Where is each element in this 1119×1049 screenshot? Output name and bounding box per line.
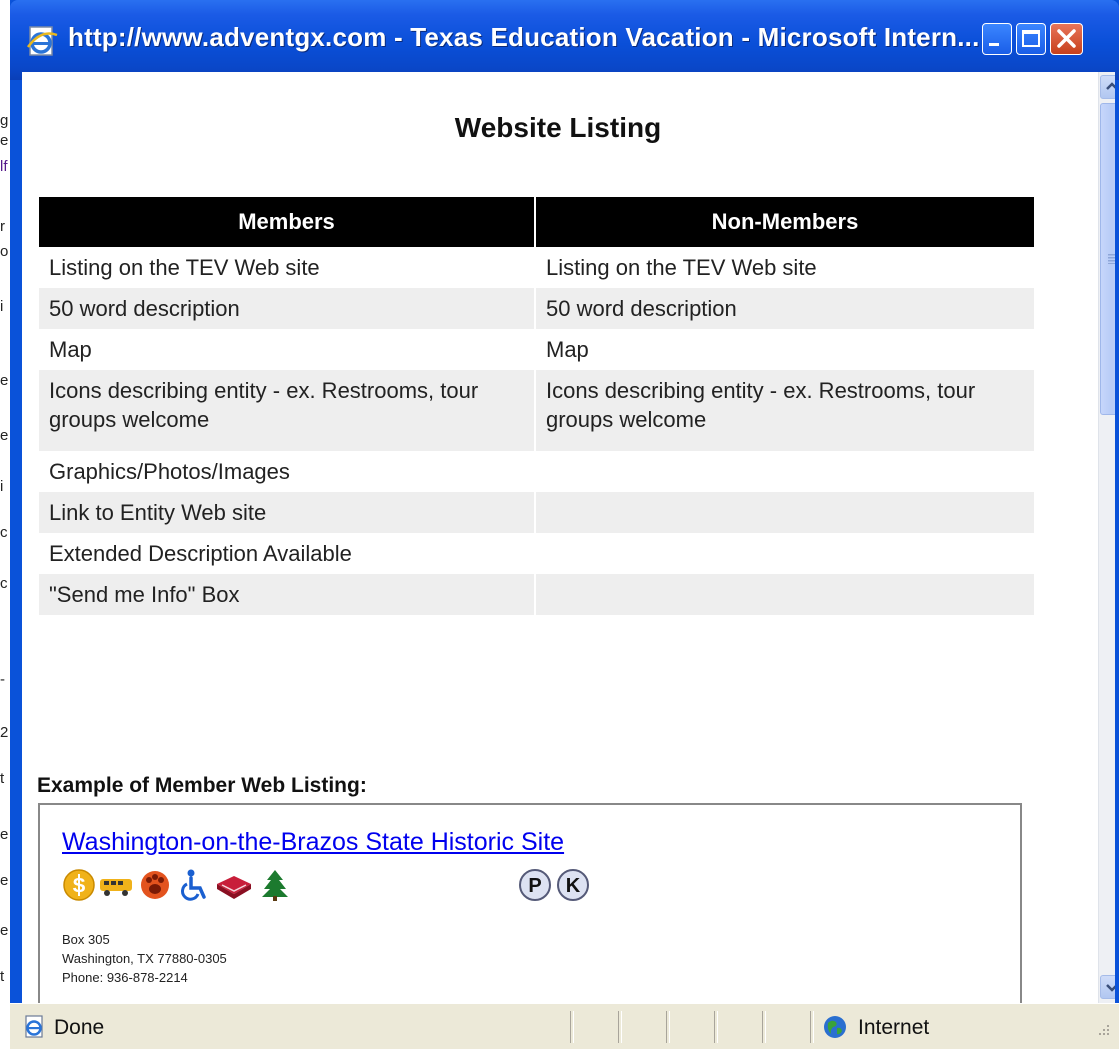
example-address: Box 305 Washington, TX 77880-0305 Phone:… bbox=[62, 930, 227, 987]
status-divider bbox=[618, 1011, 622, 1043]
members-cell: Listing on the TEV Web site bbox=[49, 255, 320, 280]
phone-line: Phone: 936-878-2214 bbox=[62, 970, 188, 985]
non-members-column-header: Non-Members bbox=[536, 197, 1034, 247]
svg-text:K: K bbox=[566, 875, 581, 897]
non-members-cell bbox=[536, 451, 1034, 492]
members-column-header: Members bbox=[39, 197, 534, 247]
book-icon bbox=[217, 876, 251, 899]
table-row: Icons describing entity - ex. Restrooms,… bbox=[39, 370, 1034, 451]
chevron-down-icon bbox=[1106, 984, 1115, 992]
members-cell: Icons describing entity - ex. Restrooms,… bbox=[39, 370, 534, 451]
members-cell: Map bbox=[49, 337, 92, 362]
non-members-cell bbox=[536, 574, 1034, 615]
status-divider bbox=[570, 1011, 574, 1043]
svg-text:P: P bbox=[528, 875, 541, 897]
members-cell: Extended Description Available bbox=[49, 541, 352, 566]
members-cell: Graphics/Photos/Images bbox=[49, 459, 290, 484]
ie-page-icon bbox=[26, 26, 58, 56]
chevron-up-icon bbox=[1106, 82, 1115, 90]
wheelchair-icon bbox=[181, 869, 206, 901]
table-row: Graphics/Photos/Images bbox=[39, 451, 1034, 492]
tree-icon bbox=[262, 870, 288, 901]
paw-icon bbox=[141, 871, 169, 899]
background-page-strip: g e lf roi eei cc- 2te eet bbox=[0, 0, 10, 1048]
p-badge-icon: P bbox=[519, 869, 551, 901]
non-members-cell bbox=[536, 492, 1034, 533]
table-row: Map Map bbox=[39, 329, 1034, 370]
vertical-scrollbar[interactable] bbox=[1098, 72, 1115, 1003]
table-row: Link to Entity Web site bbox=[39, 492, 1034, 533]
window-title: http://www.adventgx.com - Texas Educatio… bbox=[68, 22, 980, 52]
table-row: "Send me Info" Box bbox=[39, 574, 1034, 615]
non-members-cell: Map bbox=[546, 337, 589, 362]
listing-comparison-table: Members Non-Members Listing on the TEV W… bbox=[37, 197, 1036, 615]
non-members-cell: Listing on the TEV Web site bbox=[546, 255, 817, 280]
minimize-icon bbox=[989, 43, 999, 46]
maximize-button[interactable] bbox=[1016, 23, 1046, 55]
page-heading: Website Listing bbox=[454, 112, 662, 143]
members-cell: "Send me Info" Box bbox=[39, 574, 534, 615]
resize-grip-icon[interactable] bbox=[1090, 1020, 1112, 1042]
globe-icon bbox=[824, 1016, 846, 1038]
example-listing-box: Washington-on-the-Brazos State Historic … bbox=[38, 803, 1022, 1003]
status-bar: Done Internet bbox=[10, 1003, 1119, 1049]
grip-icon bbox=[1108, 254, 1115, 264]
maximize-icon bbox=[1022, 30, 1040, 47]
example-site-link[interactable]: Washington-on-the-Brazos State Historic … bbox=[62, 828, 564, 857]
status-divider bbox=[810, 1011, 814, 1043]
status-text: Done bbox=[54, 1016, 105, 1039]
status-divider bbox=[762, 1011, 766, 1043]
close-icon bbox=[1057, 29, 1076, 48]
example-label: Example of Member Web Listing: bbox=[37, 774, 367, 797]
non-members-cell: Icons describing entity - ex. Restrooms,… bbox=[536, 370, 1034, 451]
page-content: Website Listing Members Non-Members List… bbox=[22, 72, 1115, 1003]
address-line: Box 305 bbox=[62, 932, 110, 947]
scrollbar-thumb[interactable] bbox=[1100, 103, 1115, 415]
status-divider bbox=[714, 1011, 718, 1043]
close-button[interactable] bbox=[1050, 23, 1083, 55]
table-row: Listing on the TEV Web site Listing on t… bbox=[39, 247, 1034, 288]
k-badge-icon: K bbox=[557, 869, 589, 901]
table-row: Extended Description Available bbox=[39, 533, 1034, 574]
bus-icon bbox=[100, 879, 132, 896]
members-cell: 50 word description bbox=[39, 288, 534, 329]
non-members-cell bbox=[536, 533, 1034, 574]
scroll-down-button[interactable] bbox=[1100, 975, 1115, 999]
page-done-icon bbox=[25, 1015, 43, 1038]
browser-popup-window: http://www.adventgx.com - Texas Educatio… bbox=[10, 0, 1119, 1049]
non-members-cell: 50 word description bbox=[536, 288, 1034, 329]
security-zone-label: Internet bbox=[858, 1016, 930, 1039]
dollar-icon: S bbox=[63, 869, 95, 901]
table-row: 50 word description 50 word description bbox=[39, 288, 1034, 329]
address-line: Washington, TX 77880-0305 bbox=[62, 951, 227, 966]
members-cell: Link to Entity Web site bbox=[39, 492, 534, 533]
status-divider bbox=[666, 1011, 670, 1043]
scroll-up-button[interactable] bbox=[1100, 75, 1115, 99]
minimize-button[interactable] bbox=[982, 23, 1012, 55]
title-bar[interactable]: http://www.adventgx.com - Texas Educatio… bbox=[10, 0, 1119, 80]
